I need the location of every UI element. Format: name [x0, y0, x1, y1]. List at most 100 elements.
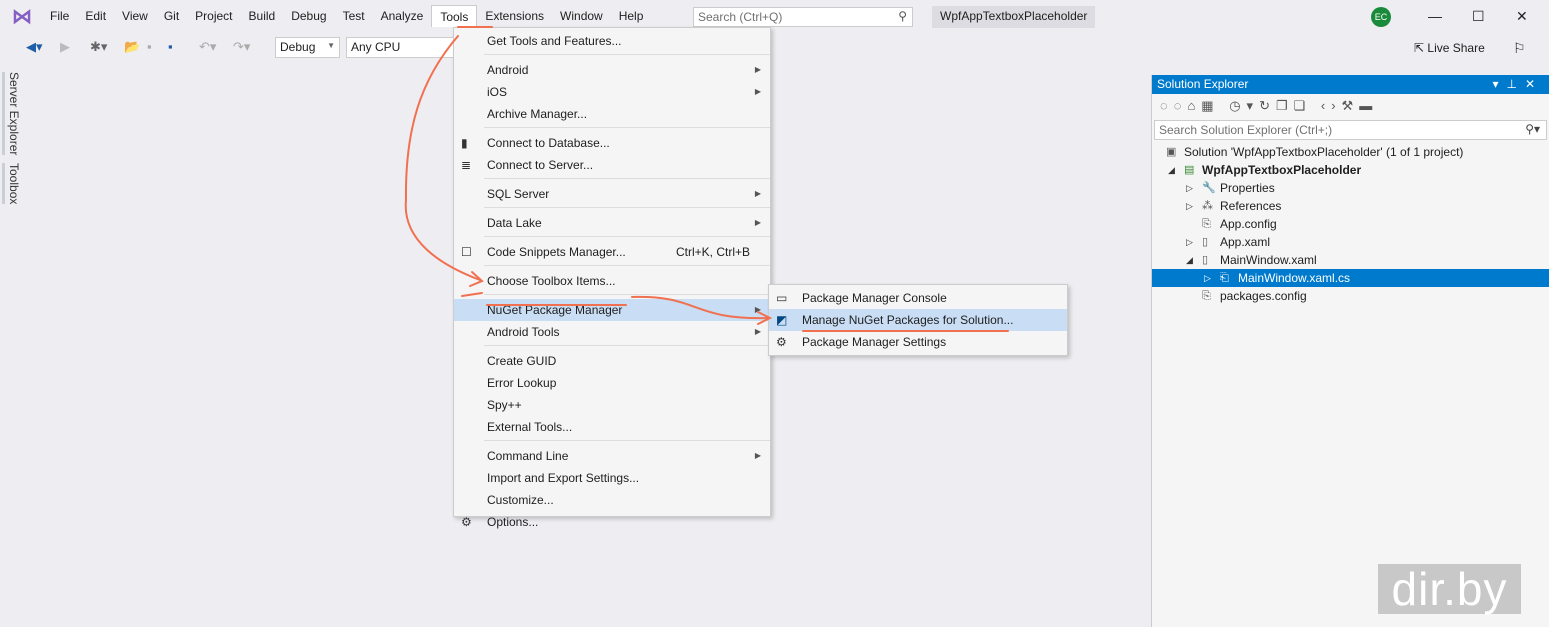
close-icon[interactable]: ✕	[1516, 8, 1528, 25]
back-icon[interactable]: ◀▾	[26, 39, 43, 55]
live-share-button[interactable]: ⇱ Live Share	[1414, 41, 1485, 55]
search-input[interactable]: Search (Ctrl+Q) ⚲	[693, 7, 913, 27]
expand-icon[interactable]: ▷	[1204, 269, 1211, 287]
menu-item-archive-manager[interactable]: Archive Manager...	[454, 103, 770, 125]
wrench-icon: 🔧	[1202, 182, 1216, 194]
tree-item[interactable]: ▷ ⁂ References	[1152, 197, 1549, 215]
tree-item[interactable]: ◢ ▤ WpfAppTextboxPlaceholder	[1152, 161, 1549, 179]
toolbar-icons[interactable]: ◌◌⌂▦ ◷▾↻❐❏ ‹›⚒▬	[1160, 98, 1378, 113]
config-value: Debug	[280, 40, 316, 54]
menu-item-import-and-export-settings[interactable]: Import and Export Settings...	[454, 467, 770, 489]
menu-item-data-lake[interactable]: Data Lake ▶	[454, 212, 770, 234]
menu-analyze[interactable]: Analyze	[373, 5, 432, 27]
tree-item-label: App.xaml	[1220, 235, 1271, 249]
toolbox-tab[interactable]: Toolbox	[2, 163, 21, 205]
menu-item-spy[interactable]: Spy++	[454, 394, 770, 416]
tree-item-label: App.config	[1220, 217, 1277, 231]
shortcut: Ctrl+K, Ctrl+B	[676, 245, 751, 259]
expand-icon[interactable]: ▷	[1186, 233, 1193, 251]
menu-extensions[interactable]: Extensions	[477, 5, 552, 27]
maximize-icon[interactable]: ☐	[1472, 8, 1485, 25]
config-select[interactable]: Debug ▼	[275, 37, 340, 58]
menu-item-manage-nuget-packages-for-solution[interactable]: ◩ Manage NuGet Packages for Solution...	[769, 309, 1067, 331]
server-icon: ≣	[461, 158, 472, 172]
menu-debug[interactable]: Debug	[283, 5, 334, 27]
menu-item-error-lookup[interactable]: Error Lookup	[454, 372, 770, 394]
share-icon: ⇱	[1414, 41, 1428, 55]
platform-select[interactable]: Any CPU	[346, 37, 454, 58]
minimize-icon[interactable]: —	[1428, 8, 1442, 24]
menu-item-command-line[interactable]: Command Line ▶	[454, 445, 770, 467]
submenu-arrow-icon: ▶	[754, 189, 761, 198]
tree-item[interactable]: ▷ ⎗ MainWindow.xaml.cs	[1152, 269, 1549, 287]
save-all-icon[interactable]: ▪	[168, 39, 173, 54]
menu-item-get-tools-and-features[interactable]: Get Tools and Features...	[454, 30, 770, 52]
menu-item-label: Create GUID	[487, 354, 557, 368]
menu-item-android[interactable]: Android ▶	[454, 59, 770, 81]
menu-item-create-guid[interactable]: Create GUID	[454, 350, 770, 372]
tree-item[interactable]: ⎘ packages.config	[1152, 287, 1549, 305]
submenu-arrow-icon: ▶	[754, 327, 761, 336]
tree-item[interactable]: ▷ 🔧 Properties	[1152, 179, 1549, 197]
menu-item-code-snippets-manager[interactable]: ☐ Code Snippets Manager... Ctrl+K, Ctrl+B	[454, 241, 770, 263]
search-placeholder: Search (Ctrl+Q)	[698, 10, 783, 24]
menu-item-label: NuGet Package Manager	[487, 303, 623, 317]
avatar[interactable]: EC	[1371, 7, 1391, 27]
menu-item-customize[interactable]: Customize...	[454, 489, 770, 511]
server-explorer-tab[interactable]: Server Explorer	[2, 72, 21, 156]
references-icon: ⁂	[1202, 200, 1213, 212]
open-icon[interactable]: 📂	[124, 39, 140, 55]
solution-search-placeholder: Search Solution Explorer (Ctrl+;)	[1159, 123, 1333, 137]
collapse-icon[interactable]: ◢	[1186, 251, 1193, 269]
menu-item-options[interactable]: ⚙ Options...	[454, 511, 770, 533]
menu-item-label: External Tools...	[487, 420, 573, 434]
menu-item-choose-toolbox-items[interactable]: Choose Toolbox Items...	[454, 270, 770, 292]
undo-icon[interactable]: ↶▾	[199, 39, 216, 55]
menu-item-ios[interactable]: iOS ▶	[454, 81, 770, 103]
tree-item[interactable]: ◢ ▯ MainWindow.xaml	[1152, 251, 1549, 269]
menu-item-label: Connect to Server...	[487, 158, 594, 172]
menu-item-label: Manage NuGet Packages for Solution...	[802, 313, 1014, 327]
collapse-icon[interactable]: ◢	[1168, 161, 1175, 179]
menu-item-external-tools[interactable]: External Tools...	[454, 416, 770, 438]
menu-view[interactable]: View	[114, 5, 156, 27]
config-icon: ⎘	[1202, 290, 1211, 302]
snippet-icon: ☐	[461, 245, 472, 259]
redo-icon[interactable]: ↷▾	[233, 39, 250, 55]
menu-git[interactable]: Git	[156, 5, 187, 27]
expand-icon[interactable]: ▷	[1186, 179, 1193, 197]
menu-item-connect-to-database[interactable]: ▮ Connect to Database...	[454, 132, 770, 154]
menu-project[interactable]: Project	[187, 5, 240, 27]
menu-edit[interactable]: Edit	[77, 5, 114, 27]
menu-item-android-tools[interactable]: Android Tools ▶	[454, 321, 770, 343]
solution-search-input[interactable]: Search Solution Explorer (Ctrl+;) ⚲▾	[1154, 120, 1547, 140]
expand-icon[interactable]: ▷	[1186, 197, 1193, 215]
solution-tree: ▣ Solution 'WpfAppTextboxPlaceholder' (1 …	[1152, 143, 1549, 305]
menu-build[interactable]: Build	[241, 5, 284, 27]
menu-tools[interactable]: Tools	[431, 5, 478, 27]
menu-item-label: Package Manager Settings	[802, 335, 947, 349]
menu-window[interactable]: Window	[552, 5, 611, 27]
menu-item-nuget-package-manager[interactable]: NuGet Package Manager ▶	[454, 299, 770, 321]
menu-item-connect-to-server[interactable]: ≣ Connect to Server...	[454, 154, 770, 176]
menu-item-package-manager-console[interactable]: ▭ Package Manager Console	[769, 287, 1067, 309]
tree-item[interactable]: ▣ Solution 'WpfAppTextboxPlaceholder' (1 …	[1152, 143, 1549, 161]
menu-help[interactable]: Help	[611, 5, 652, 27]
menu-file[interactable]: File	[42, 5, 77, 27]
menu-item-package-manager-settings[interactable]: ⚙ Package Manager Settings	[769, 331, 1067, 353]
menu-item-label: Code Snippets Manager...	[487, 245, 626, 259]
menu-item-sql-server[interactable]: SQL Server ▶	[454, 183, 770, 205]
menu-test[interactable]: Test	[335, 5, 373, 27]
menu-item-label: Choose Toolbox Items...	[487, 274, 616, 288]
panel-controls[interactable]: ▾⊥✕	[1492, 77, 1543, 91]
save-icon[interactable]: ▪	[147, 39, 152, 54]
menu-item-label: Android	[487, 63, 529, 77]
tools-menu: Get Tools and Features... Android ▶ iOS ▶ Arc…	[453, 27, 771, 529]
forward-icon[interactable]: ▶	[60, 39, 70, 55]
menu-item-label: Error Lookup	[487, 376, 557, 390]
tree-item[interactable]: ⎘ App.config	[1152, 215, 1549, 233]
feedback-icon[interactable]: ⚐	[1513, 40, 1526, 57]
tree-item-label: packages.config	[1220, 289, 1307, 303]
new-project-icon[interactable]: ✱▾	[90, 39, 107, 55]
tree-item[interactable]: ▷ ▯ App.xaml	[1152, 233, 1549, 251]
